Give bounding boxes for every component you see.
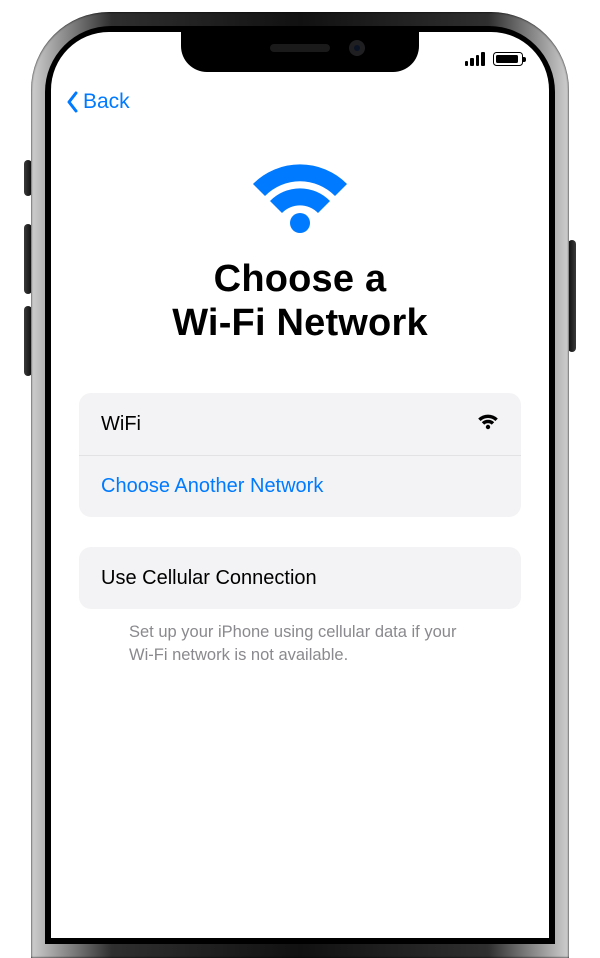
screen: Back Choose a Wi- [51,32,549,938]
cellular-hint: Set up your iPhone using cellular data i… [129,621,471,666]
wifi-networks-card: WiFi [79,393,521,517]
phone-frame: Back Choose a Wi- [31,12,569,958]
wifi-signal-icon [477,413,499,436]
battery-icon [493,52,523,66]
notch [181,32,419,72]
chevron-left-icon [65,91,79,113]
wifi-network-name: WiFi [101,413,141,436]
wifi-icon [247,158,353,236]
choose-another-network-button[interactable]: Choose Another Network [79,455,521,517]
cellular-signal-icon [465,52,485,66]
page-title: Choose a Wi-Fi Network [172,258,428,345]
use-cellular-label: Use Cellular Connection [101,567,317,590]
wifi-network-item[interactable]: WiFi [79,393,521,455]
power-button[interactable] [568,240,576,352]
back-label: Back [83,90,130,114]
cellular-card: Use Cellular Connection [79,547,521,609]
choose-another-network-label: Choose Another Network [101,475,323,498]
use-cellular-button[interactable]: Use Cellular Connection [79,547,521,609]
back-button[interactable]: Back [51,86,549,118]
